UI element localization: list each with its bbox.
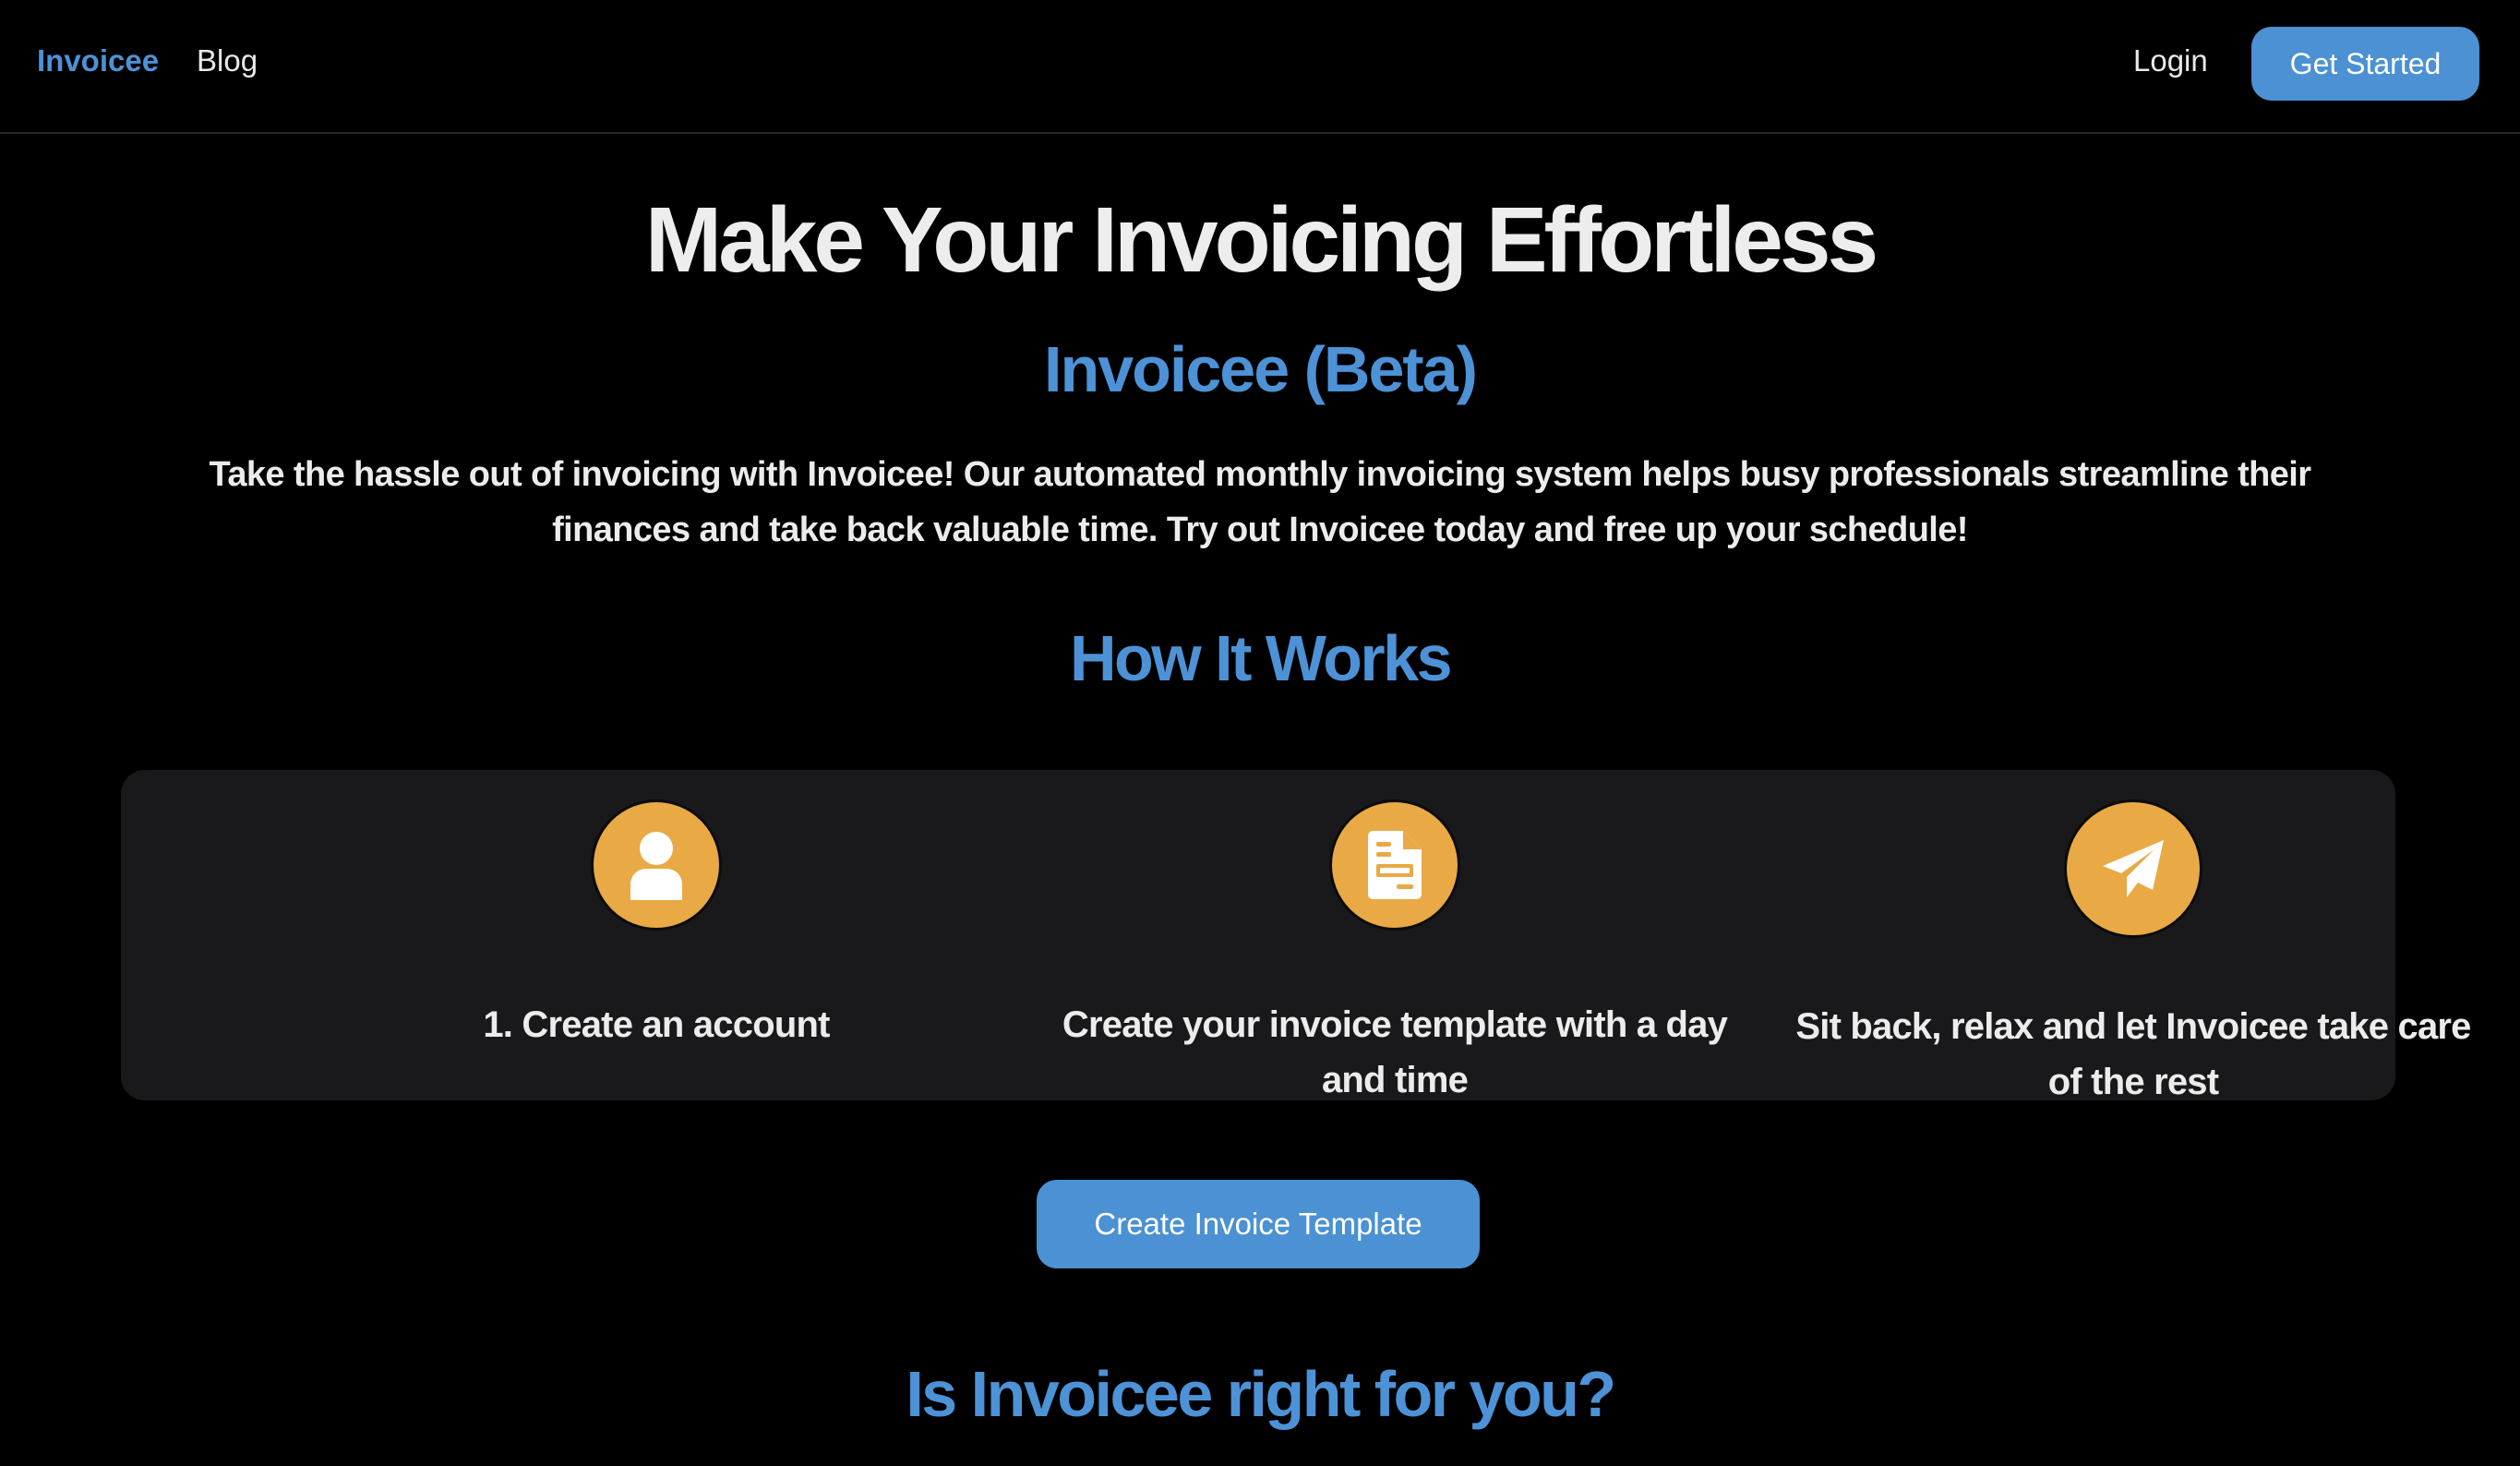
hero-title: Make Your Invoicing Effortless	[644, 188, 1878, 292]
create-invoice-template-button[interactable]: Create Invoice Template	[1037, 1180, 1480, 1268]
user-icon	[591, 799, 722, 931]
nav-link-blog[interactable]: Blog	[197, 43, 258, 78]
top-navbar: Invoicee Blog Login Get Started	[0, 0, 2520, 134]
paper-plane-icon	[2064, 799, 2202, 938]
document-icon	[1329, 799, 1460, 931]
step-label: Sit back, relax and let Invoicee take ca…	[1795, 1006, 2471, 1102]
is-invoicee-right-title: Is Invoicee right for you?	[906, 1358, 1616, 1430]
step-card-2: Create your invoice template with a day …	[1044, 770, 1746, 1100]
how-it-works-title: How It Works	[1069, 622, 1453, 694]
step-card-3: Sit back, relax and let Invoicee take ca…	[1782, 770, 2484, 1102]
hero-subtitle: Invoicee (Beta)	[1044, 333, 1478, 405]
steps-panel: 1. Create an account Create your invoice…	[121, 770, 2471, 1102]
brand-logo-link[interactable]: Invoicee	[37, 43, 159, 78]
get-started-button[interactable]: Get Started	[2251, 27, 2479, 101]
step-label: 1. Create an account	[483, 1004, 830, 1045]
nav-link-login[interactable]: Login	[2133, 43, 2208, 78]
hero-description: Take the hassle out of invoicing with In…	[209, 455, 2312, 549]
step-card-1: 1. Create an account	[306, 770, 1007, 1100]
step-label: Create your invoice template with a day …	[1062, 1004, 1728, 1100]
